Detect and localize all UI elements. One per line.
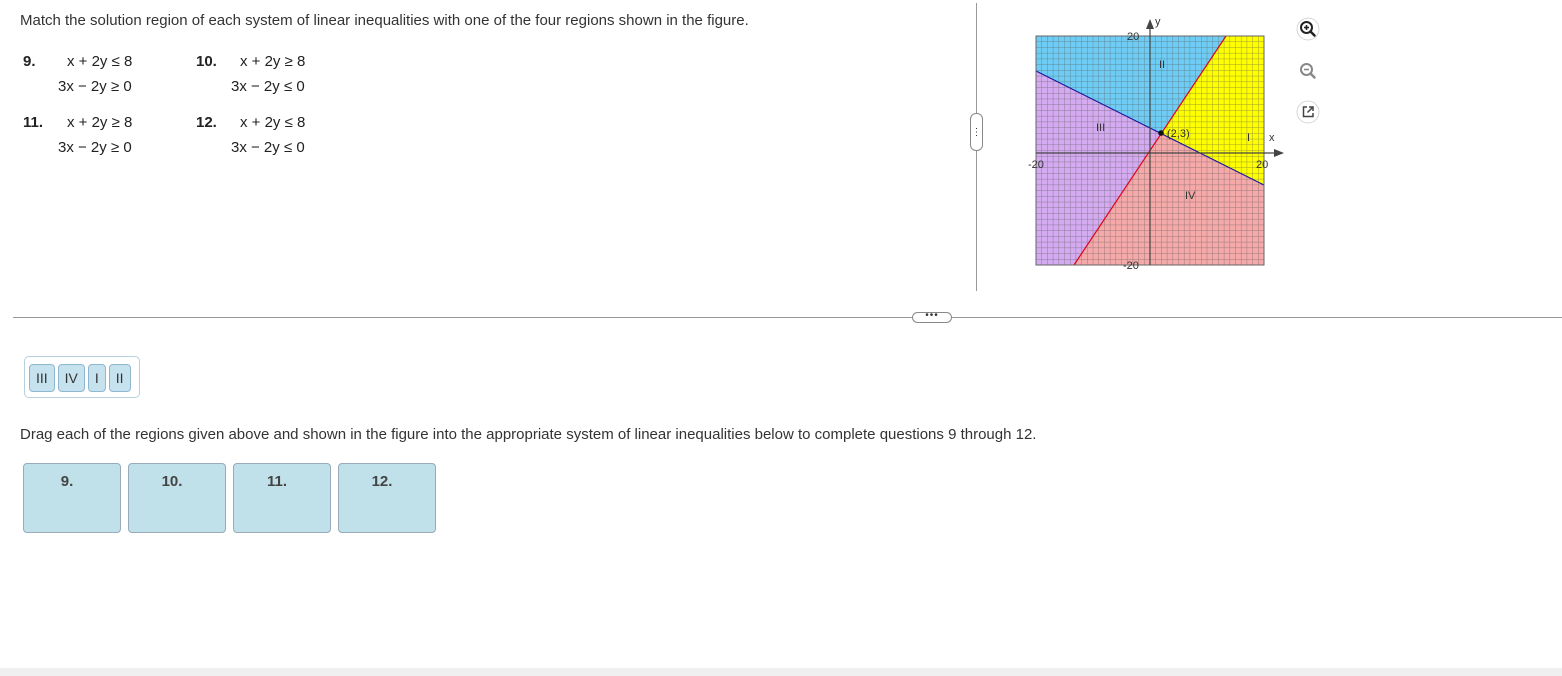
y-axis-label: y [1155,16,1161,28]
drop-target-9[interactable]: 9. [23,463,121,533]
problem-number: 9. [23,53,36,70]
drop-target-label: 12. [371,473,393,490]
inequality-graph: x y -20 20 20 -20 (2,3) I II III IV [1022,10,1292,280]
external-link-icon [1296,100,1320,124]
drop-target-label: 11. [266,473,288,490]
inequality-2: 3x − 2y ≤ 0 [231,139,305,156]
inequality-1: x + 2y ≥ 8 [67,114,133,131]
inequality-2: 3x − 2y ≥ 0 [58,139,132,156]
tile-I[interactable]: I [87,364,106,392]
inequality-2: 3x − 2y ≤ 0 [231,78,305,95]
handle-dots: ••• [925,310,939,321]
tile-III[interactable]: III [29,364,55,392]
tick-label-y-max: 20 [1127,31,1139,43]
zoom-out-icon [1300,63,1316,79]
tick-label-x-min: -20 [1028,159,1044,171]
drop-target-12[interactable]: 12. [338,463,436,533]
inequality-1: x + 2y ≤ 8 [67,53,133,70]
tile-II[interactable]: II [108,364,131,392]
y-axis-arrow [1146,19,1154,29]
zoom-in-icon [1296,17,1320,41]
zoom-out-button[interactable] [1293,56,1323,86]
region-label-III: III [1096,122,1105,134]
problem-number: 10. [196,53,217,70]
x-axis-label: x [1269,132,1275,144]
x-axis-arrow [1274,149,1284,157]
tick-label-x-max: 20 [1256,159,1268,171]
popout-button[interactable] [1293,97,1323,127]
horizontal-divider [13,317,1562,318]
intersection-point-label: (2,3) [1167,128,1190,140]
intersection-point [1158,130,1164,136]
drop-target-label: 10. [161,473,183,490]
region-label-IV: IV [1185,190,1196,202]
region-label-II: II [1159,59,1165,71]
tick-label-y-min: -20 [1123,260,1139,272]
drop-target-label: 9. [60,473,74,490]
problem-number: 12. [196,114,217,131]
horizontal-resize-handle[interactable]: ••• [912,310,952,323]
tile-IV[interactable]: IV [57,364,85,392]
handle-dots: ⋮ [971,126,982,138]
inequality-1: x + 2y ≥ 8 [240,53,306,70]
footer-bar [0,668,1562,676]
graph-svg: x y -20 20 20 -20 (2,3) I II III IV [1028,16,1284,272]
drop-target-10[interactable]: 10. [128,463,226,533]
region-label-I: I [1247,132,1250,144]
inequality-1: x + 2y ≤ 8 [240,114,306,131]
problem-number: 11. [23,114,44,131]
zoom-in-button[interactable] [1293,14,1323,44]
answer-tile-tray: III IV I II [24,356,140,398]
drag-instructions: Drag each of the regions given above and… [20,426,1037,443]
vertical-resize-handle[interactable]: ⋮ [970,113,983,151]
instructions-text: Match the solution region of each system… [20,12,749,29]
drop-target-11[interactable]: 11. [233,463,331,533]
inequality-2: 3x − 2y ≥ 0 [58,78,132,95]
